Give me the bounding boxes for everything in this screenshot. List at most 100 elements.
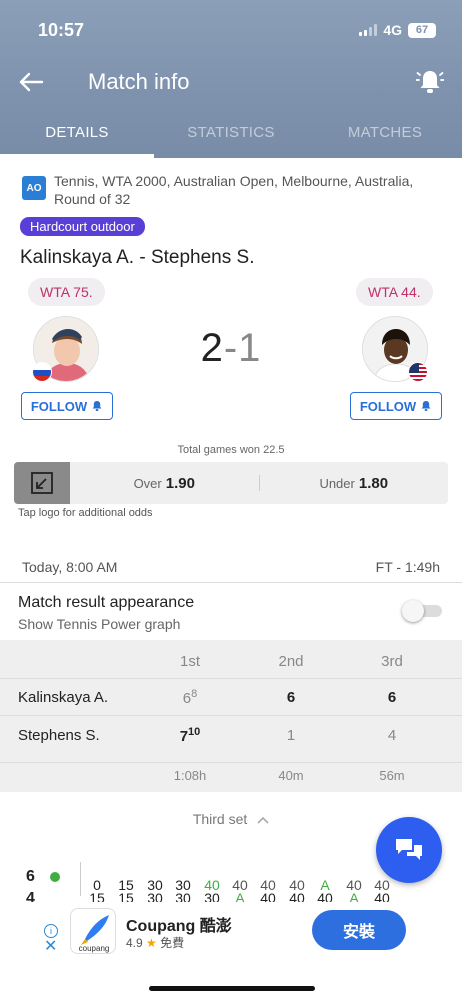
game-score: 4 — [26, 890, 35, 902]
ad-app-name: Coupang 酷澎 — [126, 918, 232, 935]
follow-home-label: FOLLOW — [30, 398, 88, 414]
point-score: 30 — [175, 890, 191, 902]
tab-bar: DETAILS STATISTICS MATCHES — [0, 112, 462, 158]
odds-over-label: Over — [133, 475, 162, 491]
total-games-label: Total games won 22.5 — [177, 444, 285, 456]
point-score: A — [235, 890, 245, 902]
away-score: 1 — [238, 326, 262, 370]
set-score: 68 — [182, 687, 198, 707]
status-bar: 10:57 4G 67 — [38, 18, 436, 42]
tiebreak-score: 8 — [191, 687, 198, 700]
power-graph-toggle[interactable] — [402, 600, 442, 622]
bell-icon[interactable] — [416, 67, 444, 97]
away-rank-badge: WTA 44. — [356, 278, 433, 306]
match-status: FT - 1:49h — [375, 559, 440, 575]
network-label: 4G — [383, 22, 402, 38]
appearance-setting: Match result appearance Show Tennis Powe… — [18, 594, 194, 632]
install-button[interactable]: 安裝 — [312, 910, 406, 950]
point-score: A — [349, 890, 359, 902]
odds-under-value: 1.80 — [358, 474, 389, 492]
home-rank-badge: WTA 75. — [28, 278, 105, 306]
server-dot — [50, 872, 60, 882]
point-score: 40 — [289, 890, 305, 902]
set-header: 1st — [179, 652, 201, 670]
table-row: Kalinskaya A. 68 6 6 — [0, 678, 462, 716]
point-score: 15 — [118, 890, 134, 902]
info-icon[interactable]: i — [44, 924, 58, 938]
chat-button[interactable] — [376, 817, 442, 883]
third-set-label: Third set — [192, 811, 248, 827]
match-score: 2-1 — [0, 326, 462, 371]
tab-details[interactable]: DETAILS — [0, 112, 154, 158]
ad-price: 免費 — [160, 936, 185, 950]
tab-statistics[interactable]: STATISTICS — [154, 112, 308, 158]
set-score: 1 — [286, 726, 296, 744]
table-row: Stephens S. 710 1 4 — [0, 716, 462, 754]
status-time: 10:57 — [38, 19, 85, 40]
tournament-text: Tennis, WTA 2000, Australian Open, Melbo… — [54, 173, 414, 207]
point-score: 40 — [374, 890, 390, 902]
set-durations-row: 1:08h 40m 56m — [0, 762, 462, 784]
point-score: 30 — [204, 890, 220, 902]
chevron-up-icon — [257, 817, 269, 824]
follow-away-label: FOLLOW — [359, 398, 417, 414]
chat-icon — [396, 839, 422, 860]
odds-over[interactable]: Over 1.90 — [70, 475, 259, 492]
ad-rating-value: 4.9 — [126, 936, 143, 950]
set-score: 6 — [286, 688, 296, 706]
bell-icon — [92, 401, 102, 411]
odds-under-label: Under — [319, 475, 355, 491]
set-score: 6 — [387, 688, 397, 706]
ad-app-logo: coupang — [70, 908, 116, 954]
appearance-title: Match result appearance — [18, 594, 195, 611]
signal-icon — [359, 24, 378, 36]
external-link-icon — [31, 472, 53, 494]
follow-away-button[interactable]: FOLLOW — [350, 392, 442, 420]
point-score: 40 — [260, 890, 276, 902]
match-time-row: Today, 8:00 AM FT - 1:49h — [22, 559, 440, 575]
set-header: 3rd — [381, 652, 403, 670]
score-separator: - — [223, 326, 239, 370]
close-icon[interactable]: ✕ — [44, 939, 57, 955]
point-by-point-row: 4 15 15 30 30 30 A 40 40 40 A 40 — [0, 890, 462, 902]
divider — [0, 582, 462, 583]
set-duration: 40m — [278, 768, 304, 783]
odds-over-value: 1.90 — [165, 474, 195, 492]
player-name: Kalinskaya A. — [18, 688, 109, 706]
tournament-info[interactable]: AO Tennis, WTA 2000, Australian Open, Me… — [20, 172, 442, 208]
set-scores-table: 1st 2nd 3rd Kalinskaya A. 68 6 6 Stephen… — [0, 640, 462, 792]
set-header-row: 1st 2nd 3rd — [0, 648, 462, 674]
home-score: 2 — [200, 326, 224, 370]
star-icon: ★ — [146, 936, 157, 950]
tiebreak-score: 10 — [188, 725, 201, 738]
bell-icon — [421, 401, 431, 411]
set-score: 4 — [387, 726, 397, 744]
ad-logo-text: coupang — [79, 944, 110, 953]
bookmaker-logo[interactable] — [14, 462, 70, 504]
set-duration: 1:08h — [173, 768, 207, 783]
home-indicator — [149, 986, 315, 991]
point-score: 40 — [317, 890, 333, 902]
odds-under[interactable]: Under 1.80 — [260, 475, 449, 492]
header: 10:57 4G 67 Match info DETAILS STATISTIC… — [0, 0, 462, 158]
surface-badge: Hardcourt outdoor — [20, 217, 145, 236]
odds-bar: Over 1.90 Under 1.80 — [14, 462, 448, 504]
ad-banner[interactable]: i ✕ coupang Coupang 酷澎 4.9 ★ 免費 安裝 — [0, 902, 462, 962]
battery-icon: 67 — [408, 22, 436, 38]
tournament-logo: AO — [22, 176, 46, 200]
match-date: Today, 8:00 AM — [22, 559, 118, 575]
point-score: 15 — [89, 890, 105, 902]
game-score: 6 — [26, 868, 35, 885]
set-header: 2nd — [278, 652, 304, 670]
odds-tip: Tap logo for additional odds — [18, 507, 153, 519]
player-name: Stephens S. — [18, 726, 100, 744]
ad-rating: 4.9 ★ 免費 — [126, 934, 184, 951]
set-score: 710 — [179, 725, 201, 745]
page-title: Match info — [88, 69, 190, 94]
arrow-left-icon[interactable] — [16, 67, 46, 97]
tab-matches[interactable]: MATCHES — [308, 112, 462, 158]
appearance-subtitle: Show Tennis Power graph — [18, 616, 181, 632]
follow-home-button[interactable]: FOLLOW — [21, 392, 113, 420]
match-title: Kalinskaya A. - Stephens S. — [20, 247, 255, 268]
point-score: 30 — [147, 890, 163, 902]
